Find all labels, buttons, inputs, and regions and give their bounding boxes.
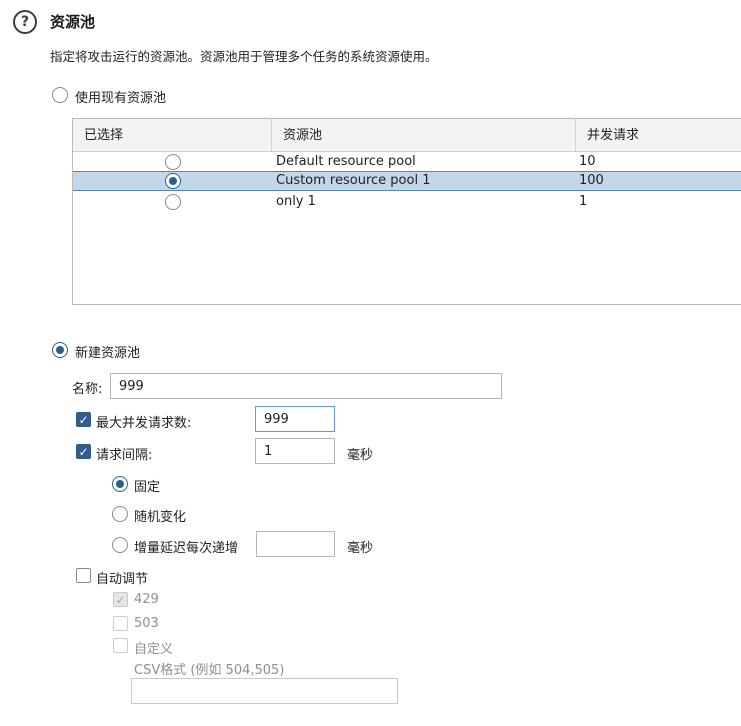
max-concurrent-input[interactable] (255, 406, 335, 432)
code-429-checkbox[interactable]: ✓ (113, 592, 128, 607)
column-header-pool[interactable]: 资源池 (272, 119, 576, 152)
concurrent-cell: 100 (579, 173, 604, 188)
pool-name-cell: Custom resource pool 1 (276, 173, 431, 188)
auto-throttle-checkbox[interactable] (76, 568, 91, 583)
column-header-selected[interactable]: 已选择 (73, 119, 272, 152)
request-delay-checkbox[interactable]: ✓ (76, 444, 91, 459)
delay-increment-unit: 毫秒 (347, 541, 374, 556)
code-custom-checkbox[interactable] (113, 638, 128, 653)
help-icon[interactable]: ? (13, 10, 37, 34)
pool-name-input[interactable] (110, 373, 502, 399)
csv-codes-input[interactable] (131, 678, 398, 704)
use-existing-pool-radio[interactable] (52, 87, 68, 103)
concurrent-cell: 10 (579, 154, 596, 169)
column-header-concurrent[interactable]: 并发请求 (576, 119, 741, 152)
delay-increment-radio[interactable] (112, 537, 128, 553)
max-concurrent-checkbox[interactable]: ✓ (76, 412, 91, 427)
concurrent-cell: 1 (579, 194, 588, 209)
delay-increment-label: 增量延迟每次递增 (134, 541, 239, 556)
delay-increment-input[interactable] (256, 531, 335, 557)
table-header: 已选择 资源池 并发请求 (73, 119, 741, 152)
create-new-pool-radio[interactable] (52, 342, 68, 358)
request-delay-label: 请求间隔: (96, 448, 153, 463)
row-select-radio[interactable] (165, 173, 181, 189)
row-select-radio[interactable] (165, 154, 181, 170)
row-select-radio[interactable] (165, 194, 181, 210)
pool-name-label: 名称: (72, 382, 103, 397)
delay-random-radio[interactable] (112, 506, 128, 522)
resource-pool-table: 已选择 资源池 并发请求 Default resource pool 10 Cu… (72, 118, 741, 305)
delay-random-label: 随机变化 (134, 510, 187, 525)
pool-name-cell: only 1 (276, 194, 316, 209)
delay-fixed-label: 固定 (134, 480, 161, 495)
use-existing-pool-label: 使用现有资源池 (75, 91, 167, 106)
request-delay-input[interactable] (255, 438, 335, 464)
request-delay-unit: 毫秒 (347, 448, 374, 463)
delay-fixed-radio[interactable] (112, 476, 128, 492)
code-503-label: 503 (134, 616, 159, 631)
auto-throttle-label: 自动调节 (96, 572, 149, 587)
max-concurrent-label: 最大并发请求数: (96, 416, 192, 431)
code-503-checkbox[interactable] (113, 616, 128, 631)
table-row[interactable]: only 1 1 (73, 192, 741, 212)
code-429-label: 429 (134, 592, 159, 607)
pool-name-cell: Default resource pool (276, 154, 416, 169)
section-title: 资源池 (50, 13, 96, 31)
csv-format-label: CSV格式 (例如 504,505) (134, 663, 285, 678)
section-description: 指定将攻击运行的资源池。资源池用于管理多个任务的系统资源使用。 (50, 49, 438, 64)
create-new-pool-label: 新建资源池 (75, 346, 141, 361)
code-custom-label: 自定义 (134, 642, 174, 657)
table-row[interactable]: Default resource pool 10 (73, 152, 741, 172)
table-row[interactable]: Custom resource pool 1 100 (73, 171, 741, 191)
